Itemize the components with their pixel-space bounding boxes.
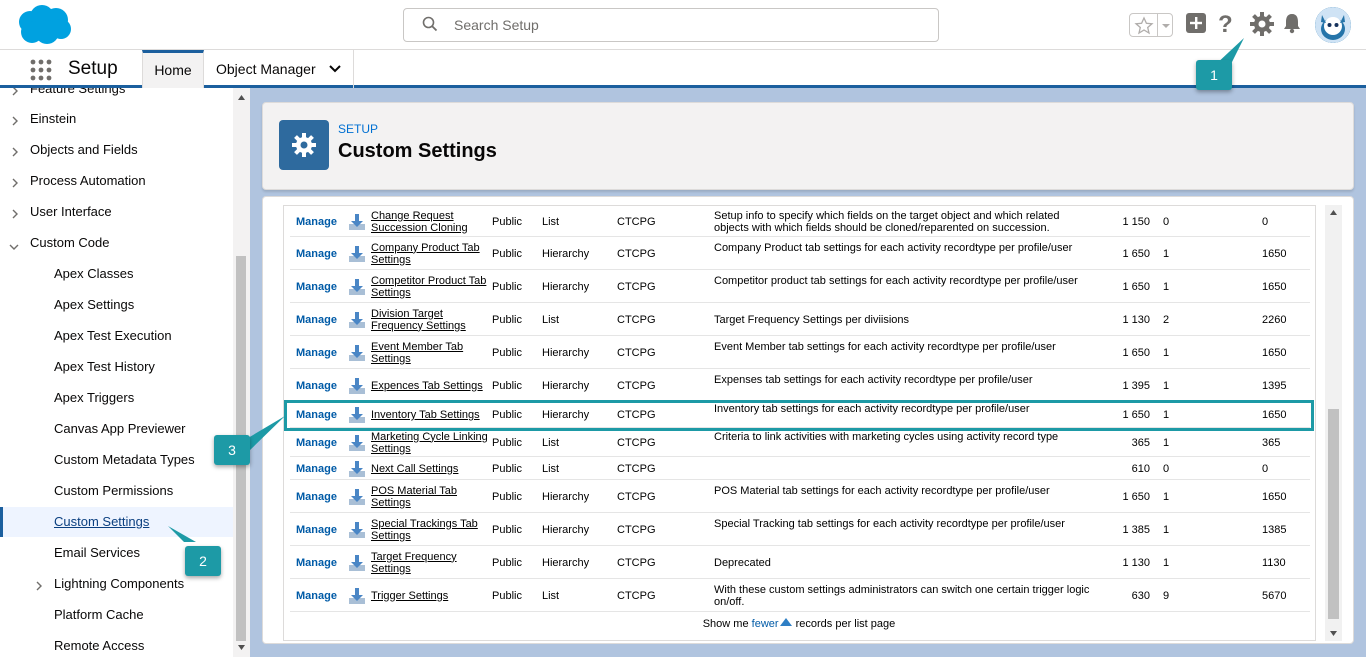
badge-3-pointer [248,416,285,452]
annotation-badge-3: 3 [214,435,250,465]
annotation-badge-2: 2 [185,546,221,576]
badge-2-pointer [168,526,196,542]
annotation-badge-1: 1 [1196,60,1232,90]
